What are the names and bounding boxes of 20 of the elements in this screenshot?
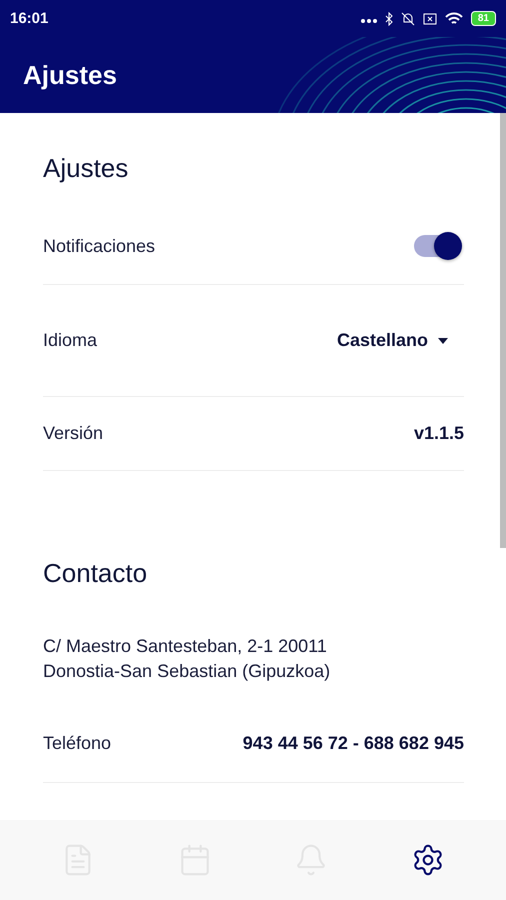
value-text: 943 44 56 72 - 688 682 945	[242, 732, 464, 754]
app-bar-title: Ajustes	[23, 60, 117, 90]
bluetooth-icon	[384, 12, 393, 26]
status-time: 16:01	[10, 10, 48, 27]
language-dropdown[interactable]: Castellano	[336, 330, 464, 351]
setting-label: Teléfono	[43, 732, 112, 754]
value-text: v1.1.5	[414, 423, 464, 444]
sim-icon	[422, 12, 437, 26]
notifications-toggle[interactable]	[414, 235, 460, 257]
muted-bell-icon	[400, 12, 415, 26]
section-title: Contacto	[43, 558, 148, 589]
setting-label: Notificaciones	[43, 236, 156, 256]
setting-label: Versión	[43, 423, 104, 444]
more-icon	[360, 19, 377, 23]
section-title: Ajustes	[43, 153, 130, 184]
wifi-icon	[444, 12, 463, 26]
address-text: C/ Maestro Santesteban, 2-1 20011 Donostia-San Sebastian (Gipuzkoa)	[43, 635, 332, 683]
caret-icon	[438, 338, 448, 344]
battery-level: 81	[470, 11, 496, 26]
setting-label: Idioma	[43, 330, 98, 351]
